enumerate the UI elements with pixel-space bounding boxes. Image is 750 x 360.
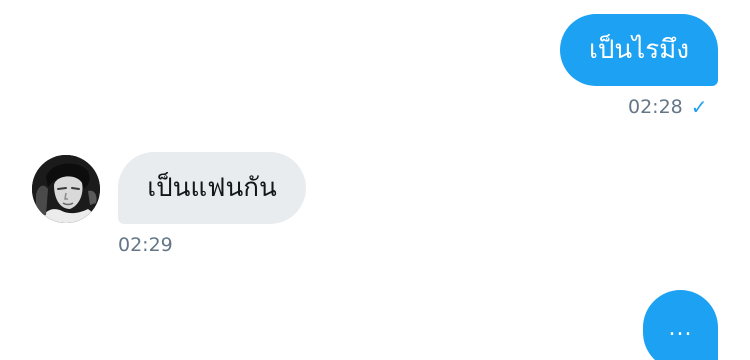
message-text: ... xyxy=(668,316,693,341)
message-text: เป็นไรมึง xyxy=(588,35,690,65)
avatar-image xyxy=(32,155,100,223)
message-timestamp: 02:28 xyxy=(628,96,683,118)
outgoing-message-bubble[interactable]: ... xyxy=(643,290,718,360)
incoming-message-bubble[interactable]: เป็นแฟนกัน xyxy=(118,152,306,224)
avatar[interactable] xyxy=(32,155,100,223)
conversation-view: เป็นไรมึง 02:28 ✓ เป็นแฟนกัน 02:29 ... xyxy=(0,0,750,360)
message-meta: 02:28 ✓ xyxy=(628,95,708,119)
check-icon: ✓ xyxy=(690,95,708,119)
outgoing-message-bubble[interactable]: เป็นไรมึง xyxy=(560,14,718,86)
message-timestamp: 02:29 xyxy=(118,234,173,256)
message-text: เป็นแฟนกัน xyxy=(147,173,277,203)
